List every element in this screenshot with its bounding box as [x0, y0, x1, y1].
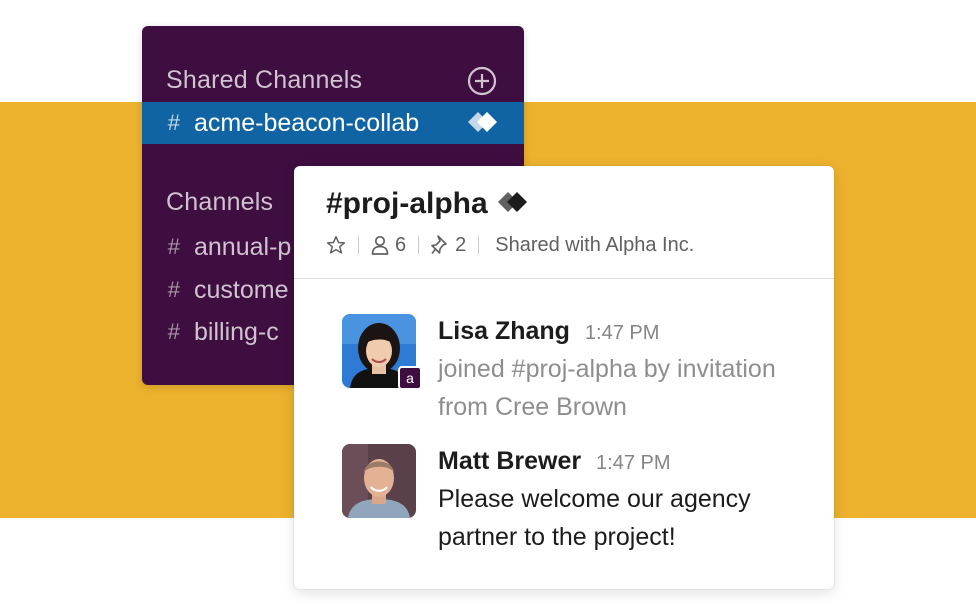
members-count: 6 [395, 233, 407, 256]
channel-title: #proj-alpha [326, 187, 488, 220]
hash-icon: # [167, 319, 180, 344]
message-body: Matt Brewer 1:47 PM Please welcome our a… [438, 444, 818, 556]
divider [418, 236, 420, 254]
hash-icon: # [167, 277, 180, 302]
hash-icon: # [167, 234, 180, 259]
shared-channel-icon [468, 110, 500, 141]
add-channel-icon[interactable] [467, 66, 497, 96]
channel-name: custome [194, 275, 289, 304]
org-badge: a [398, 366, 422, 390]
hash-icon: # [167, 110, 180, 135]
channel-meta: 6 2 Shared with Alpha Inc. [326, 232, 694, 258]
sidebar-item-acme-beacon-collab[interactable]: # acme-beacon-collab [142, 102, 524, 144]
timestamp[interactable]: 1:47 PM [596, 452, 670, 474]
message-text: joined #proj-alpha by invitation from Cr… [438, 355, 776, 421]
message-body: Lisa Zhang 1:47 PM joined #proj-alpha by… [438, 314, 818, 426]
author-name[interactable]: Matt Brewer [438, 447, 581, 475]
avatar[interactable] [342, 444, 416, 518]
channel-panel: #proj-alpha 6 2 Shared with Alpha Inc. a… [294, 166, 834, 589]
shared-channel-icon [497, 188, 530, 222]
members-icon [371, 235, 389, 255]
members-button[interactable]: 6 [371, 234, 406, 257]
star-icon[interactable] [326, 235, 346, 255]
timestamp[interactable]: 1:47 PM [585, 322, 659, 344]
header-divider [294, 278, 834, 279]
author-name[interactable]: Lisa Zhang [438, 317, 570, 345]
channel-header: #proj-alpha [326, 186, 530, 222]
channels-header[interactable]: Channels [166, 188, 273, 217]
pins-button[interactable]: 2 [431, 234, 466, 257]
shared-channels-header[interactable]: Shared Channels [166, 66, 362, 95]
channel-name: annual-p [194, 232, 292, 261]
divider [358, 236, 359, 254]
pinned-count: 2 [455, 233, 467, 256]
channel-name: acme-beacon-collab [194, 108, 420, 137]
channel-name: billing-c [194, 317, 279, 346]
shared-with-text[interactable]: Shared with Alpha Inc. [495, 234, 694, 257]
pin-icon [431, 235, 449, 255]
divider [478, 236, 480, 254]
message-text: Please welcome our agency partner to the… [438, 485, 751, 551]
